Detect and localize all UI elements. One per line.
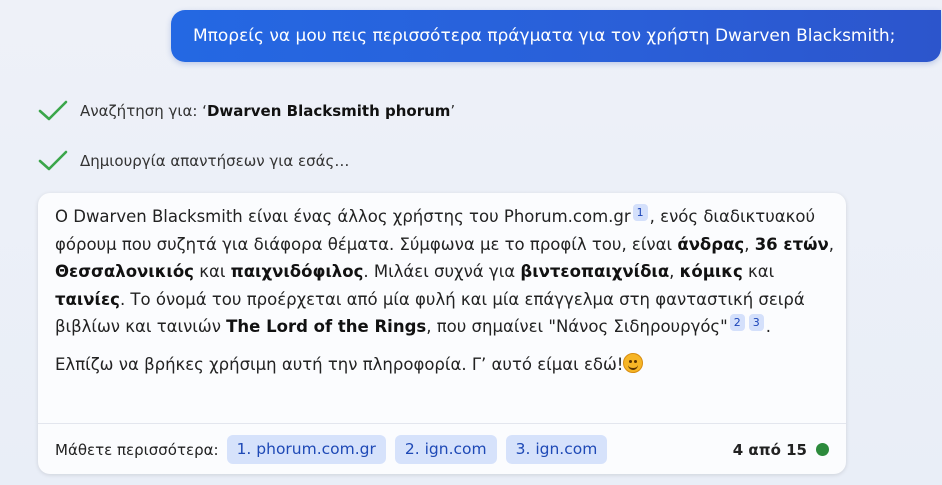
source-link-3[interactable]: 3. ign.com	[505, 435, 608, 464]
checkmark-icon	[38, 150, 68, 171]
user-message-text: Μπορείς να μου πεις περισσότερα πράγματα…	[193, 26, 896, 46]
generating-label: Δημιουργία απαντήσεων για εσάς…	[80, 152, 350, 170]
learn-more-bar: Μάθετε περισσότερα: 1. phorum.com.gr 2. …	[55, 434, 616, 465]
generating-status-row: Δημιουργία απαντήσεων για εσάς…	[38, 148, 349, 174]
divider	[38, 423, 846, 424]
answer-body: Ο Dwarven Blacksmith είναι ένας άλλος χρ…	[55, 203, 835, 388]
search-query: Dwarven Blacksmith phorum	[206, 102, 451, 120]
citation-badge[interactable]: 3	[748, 313, 764, 331]
citation-badge[interactable]: 2	[729, 313, 745, 331]
answer-bold: κόμικς	[679, 262, 743, 281]
search-label-suffix: ’	[450, 102, 456, 120]
answer-text: και	[742, 262, 775, 281]
answer-text: και	[193, 262, 231, 281]
source-link-2[interactable]: 2. ign.com	[394, 435, 497, 464]
search-label-prefix: Αναζήτηση για: ‘	[80, 102, 207, 120]
response-counter: 4 από 15	[733, 434, 829, 465]
answer-text: . Μιλάει συχνά για	[363, 262, 521, 281]
answer-text: ,	[669, 262, 680, 281]
answer-text: ,	[744, 234, 755, 254]
answer-paragraph: Ελπίζω να βρήκες χρήσιμη αυτή την πληροφ…	[55, 351, 835, 379]
source-link-1[interactable]: 1. phorum.com.gr	[226, 435, 386, 464]
answer-bold: άνδρας	[677, 234, 745, 254]
answer-card: Ο Dwarven Blacksmith είναι ένας άλλος χρ…	[38, 193, 846, 474]
answer-text: , που σημαίνει "Νάνος Σιδηρουργός"	[426, 317, 728, 336]
checkmark-icon	[38, 100, 68, 121]
answer-bold: παιχνιδόφιλος	[230, 262, 364, 281]
search-status-row: Αναζήτηση για: ‘Dwarven Blacksmith phoru…	[38, 98, 455, 124]
answer-text: .	[765, 317, 771, 336]
answer-bold: βιντεοπαιχνίδια	[520, 262, 670, 281]
citation-badge[interactable]: 1	[632, 203, 648, 221]
answer-paragraph: Ο Dwarven Blacksmith είναι ένας άλλος χρ…	[55, 203, 835, 341]
response-counter-text: 4 από 15	[732, 440, 807, 459]
answer-bold: ταινίες	[55, 289, 120, 309]
answer-text: Ο Dwarven Blacksmith είναι ένας άλλος χρ…	[55, 207, 631, 226]
answer-text: ,	[828, 234, 834, 254]
smiling-face-icon	[623, 352, 644, 373]
answer-bold: 36 ετών	[754, 234, 829, 254]
learn-more-label: Μάθετε περισσότερα:	[55, 440, 219, 459]
user-message-bubble: Μπορείς να μου πεις περισσότερα πράγματα…	[171, 10, 941, 62]
answer-text: Ελπίζω να βρήκες χρήσιμη αυτή την πληροφ…	[55, 354, 624, 374]
status-dot-icon	[816, 443, 829, 456]
answer-bold: The Lord of the Rings	[226, 317, 427, 336]
answer-bold: Θεσσαλονικιός	[55, 262, 194, 281]
